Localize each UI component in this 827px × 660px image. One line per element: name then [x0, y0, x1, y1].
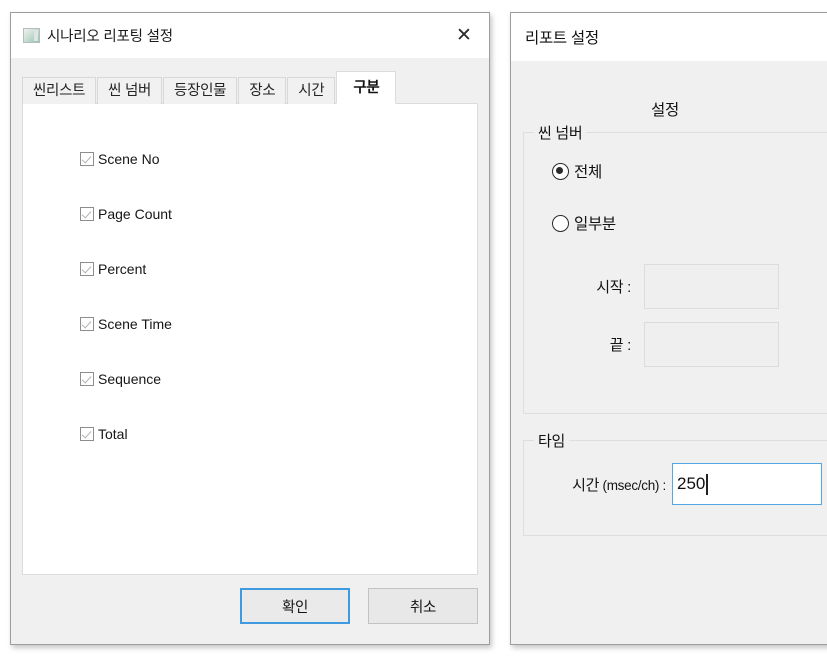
checkbox-sequence[interactable]	[80, 371, 94, 386]
radio-partial[interactable]	[552, 214, 569, 232]
checkbox-label-scene-no: Scene No	[98, 150, 160, 167]
tab-panel-classification: Scene No Page Count Percent Scene Time S…	[22, 103, 478, 575]
left-dialog-titlebar: 시나리오 리포팅 설정 ✕	[11, 13, 489, 58]
ok-button[interactable]: 확인	[240, 588, 350, 624]
tab-location[interactable]: 장소	[238, 77, 287, 104]
right-dialog-body: 설정 씬 넘버 전체 일부분 시작 : 끝 : 타임 시간 (msec/ch) …	[511, 61, 827, 644]
time-groupbox: 타임 시간 (msec/ch) : 250	[523, 430, 827, 536]
time-field-row: 시간 (msec/ch) : 250	[524, 463, 827, 505]
radio-label-partial: 일부분	[574, 216, 616, 233]
left-dialog-title: 시나리오 리포팅 설정	[47, 28, 173, 45]
checkbox-row-sequence[interactable]: Sequence	[80, 368, 477, 389]
checkbox-label-total: Total	[98, 425, 128, 442]
time-label-main: 시간	[572, 476, 600, 494]
scene-number-groupbox: 씬 넘버 전체 일부분 시작 : 끝 :	[523, 122, 827, 414]
radio-label-all: 전체	[574, 164, 602, 181]
checkbox-row-scene-time[interactable]: Scene Time	[80, 313, 477, 334]
right-dialog-title: 리포트 설정	[525, 30, 599, 47]
time-label-unit: (msec/ch) :	[599, 477, 667, 493]
checkbox-scene-time[interactable]	[80, 316, 94, 331]
time-input-value: 250	[677, 474, 706, 493]
start-input[interactable]	[644, 264, 779, 309]
end-label: 끝 :	[609, 337, 632, 354]
radio-row-all[interactable]: 전체	[552, 160, 827, 182]
checkbox-label-sequence: Sequence	[98, 370, 162, 387]
start-field-row: 시작 :	[524, 264, 827, 309]
right-dialog-titlebar: 리포트 설정	[511, 13, 827, 61]
end-input[interactable]	[644, 322, 779, 367]
tab-scene-number[interactable]: 씬 넘버	[97, 77, 163, 104]
cancel-button[interactable]: 취소	[368, 588, 478, 624]
text-caret	[706, 473, 708, 495]
checkbox-label-percent: Percent	[98, 260, 147, 277]
time-input[interactable]: 250	[672, 463, 822, 505]
time-label: 시간 (msec/ch) :	[524, 474, 672, 495]
left-dialog-body: 씬리스트 씬 넘버 등장인물 장소 시간 구분 Scene No Page Co…	[11, 58, 489, 644]
checkbox-scene-no[interactable]	[80, 151, 94, 166]
tab-time[interactable]: 시간	[287, 77, 336, 104]
scene-number-legend: 씬 넘버	[534, 122, 587, 143]
left-dialog-footer: 확인 취소	[22, 568, 478, 644]
tab-scene-list[interactable]: 씬리스트	[22, 77, 97, 104]
close-icon[interactable]: ✕	[449, 20, 479, 50]
radio-row-partial[interactable]: 일부분	[552, 212, 827, 234]
settings-heading: 설정	[651, 102, 679, 119]
checkbox-percent[interactable]	[80, 261, 94, 276]
time-legend: 타임	[534, 430, 570, 451]
checkbox-row-percent[interactable]: Percent	[80, 258, 477, 279]
checkbox-total[interactable]	[80, 426, 94, 441]
tab-characters[interactable]: 등장인물	[163, 77, 238, 104]
end-field-row: 끝 :	[524, 322, 827, 367]
checkbox-label-page-count: Page Count	[98, 205, 172, 222]
checkbox-row-scene-no[interactable]: Scene No	[80, 148, 477, 169]
tab-strip: 씬리스트 씬 넘버 등장인물 장소 시간 구분	[22, 71, 478, 104]
checkbox-label-scene-time: Scene Time	[98, 315, 172, 332]
report-settings-dialog: 리포트 설정 설정 씬 넘버 전체 일부분 시작 : 끝 : 타임 시간 (ms…	[510, 12, 827, 645]
scenario-reporting-settings-dialog: 시나리오 리포팅 설정 ✕ 씬리스트 씬 넘버 등장인물 장소 시간 구분 Sc…	[10, 12, 490, 645]
start-label: 시작 :	[596, 279, 631, 296]
checkbox-row-page-count[interactable]: Page Count	[80, 203, 477, 224]
app-icon	[23, 27, 40, 43]
tab-classification[interactable]: 구분	[336, 71, 397, 104]
checkbox-row-total[interactable]: Total	[80, 423, 477, 444]
checkbox-page-count[interactable]	[80, 206, 94, 221]
radio-all[interactable]	[552, 162, 569, 180]
